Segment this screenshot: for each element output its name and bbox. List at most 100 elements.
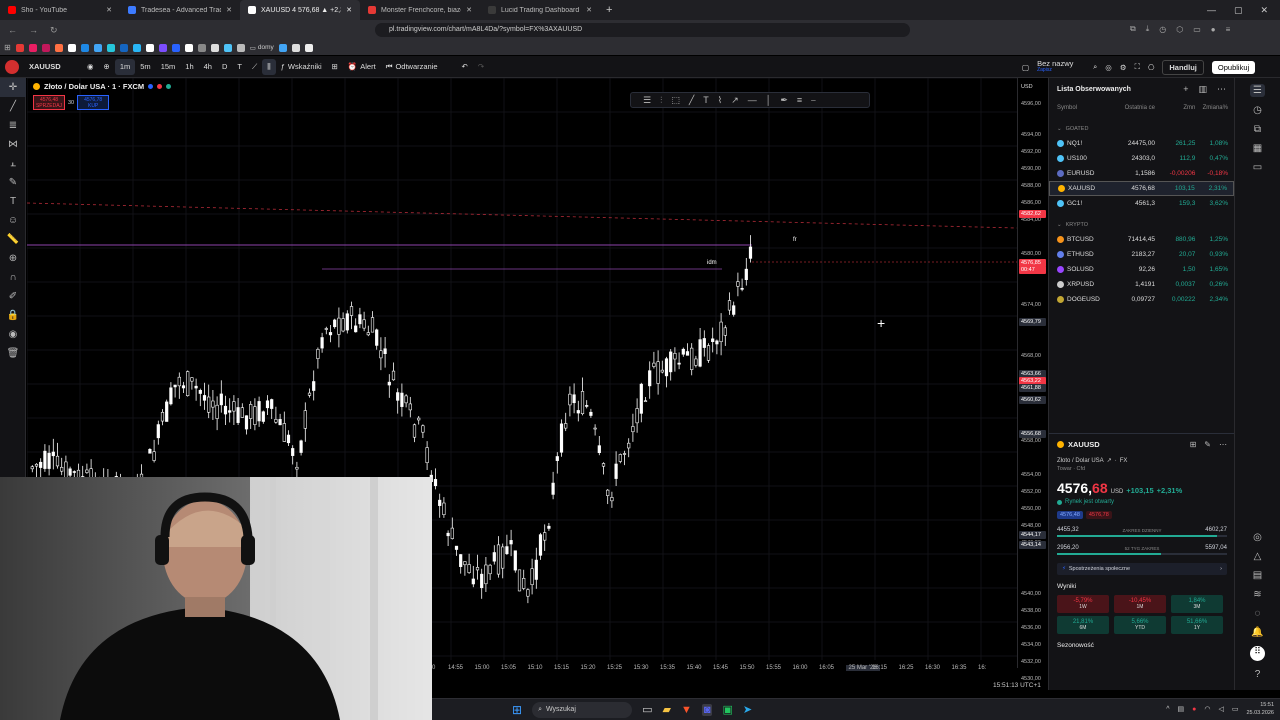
- bookmark-icon[interactable]: [67, 43, 76, 52]
- calendar2-icon[interactable]: ▤: [1253, 570, 1262, 581]
- result-tile[interactable]: 1,84% 3M: [1171, 595, 1223, 613]
- path-icon[interactable]: ⌇: [718, 95, 722, 106]
- watchlist-row[interactable]: BTCUSD 71414,45 880,96 1,25%: [1049, 232, 1234, 247]
- more-icon[interactable]: ⋯: [1217, 84, 1226, 95]
- position-tool[interactable]: ⫠: [0, 154, 26, 173]
- result-tile[interactable]: 51,66% 1Y: [1171, 616, 1223, 634]
- bookmark-icon[interactable]: [41, 43, 50, 52]
- list-icon[interactable]: ≡: [797, 95, 802, 105]
- watchlist-icon[interactable]: ☰: [1250, 84, 1265, 97]
- bookmark-icon[interactable]: [210, 43, 219, 52]
- replay-button[interactable]: ⏮ Odtwarzanie: [381, 56, 443, 78]
- watchlist-row[interactable]: ETHUSD 2183,27 20,07 0,93%: [1049, 247, 1234, 262]
- taskbar-search[interactable]: ⌕ Wyszukaj: [532, 701, 633, 718]
- camera-icon[interactable]: ⎔: [1148, 63, 1155, 72]
- bookmark-icon[interactable]: [132, 43, 141, 52]
- watchlist-row[interactable]: US100 24303,0 112,9 0,47%: [1049, 151, 1234, 166]
- pen-icon[interactable]: ✒: [780, 95, 788, 106]
- bookmark-icon[interactable]: [158, 43, 167, 52]
- alerts-icon[interactable]: ◷: [1253, 105, 1262, 116]
- watchlist-row[interactable]: EURUSD 1,1586 -0,00206 -0,18%: [1049, 166, 1234, 181]
- bookmark-icon[interactable]: [28, 43, 37, 52]
- maximize-icon[interactable]: ▢: [1234, 5, 1243, 16]
- time-axis[interactable]: 0 14:55 15:00 15:05 15:10 15:15 15:20 15:25 15:3…: [432, 662, 1047, 676]
- compare-button[interactable]: ◉: [82, 56, 99, 78]
- details-symbol[interactable]: XAUUSD: [1068, 440, 1100, 449]
- bookmark-icon[interactable]: [54, 43, 63, 52]
- watchlist-column-header[interactable]: Zmn: [1155, 105, 1195, 111]
- pattern-tool[interactable]: ⋈: [0, 135, 26, 154]
- bookmark-icon[interactable]: [236, 43, 245, 52]
- hline-icon[interactable]: —: [748, 95, 757, 105]
- settings-icon[interactable]: ⚙: [1120, 63, 1127, 72]
- layers-icon[interactable]: ⧉: [1254, 124, 1261, 135]
- result-tile[interactable]: -10,45% 1M: [1114, 595, 1166, 613]
- layout-icon[interactable]: ▢: [1022, 63, 1029, 72]
- bookmark-icon[interactable]: [291, 43, 300, 52]
- keep-drawing-tool[interactable]: ✐: [0, 287, 26, 306]
- result-tile[interactable]: 5,66% YTD: [1114, 616, 1166, 634]
- browser-tab[interactable]: Monster Frenchcore, biazeboy ✕: [360, 0, 480, 20]
- ruler-tool[interactable]: 📏: [0, 230, 26, 249]
- help-icon[interactable]: ?: [1255, 669, 1261, 680]
- interval-4h[interactable]: 4h: [199, 56, 217, 78]
- chat-icon[interactable]: ▭: [1253, 162, 1262, 173]
- fib-tool[interactable]: ≣: [0, 116, 26, 135]
- menu-icon[interactable]: ≡: [1226, 25, 1231, 34]
- magnet-tool[interactable]: ∩: [0, 268, 26, 287]
- vpn-icon[interactable]: ⬡: [1176, 25, 1183, 34]
- bookmark-icon[interactable]: [106, 43, 115, 52]
- bookmark-icon[interactable]: [304, 43, 313, 52]
- community-insights[interactable]: ⚡ Spostrzeżenia społeczne ›: [1057, 563, 1227, 575]
- bookmark-icon[interactable]: [80, 43, 89, 52]
- notification-icon[interactable]: 🔔: [1251, 627, 1263, 638]
- interval-5m[interactable]: 5m: [135, 56, 155, 78]
- bookmark-icon[interactable]: [184, 43, 193, 52]
- text-tool-icon[interactable]: T: [703, 95, 709, 105]
- tab-close-icon[interactable]: ✕: [586, 6, 592, 14]
- templates-button[interactable]: ⊞: [327, 56, 343, 78]
- delete-tool[interactable]: 🗑: [0, 344, 26, 363]
- interval-T[interactable]: T: [232, 56, 247, 78]
- watchlist-column-header[interactable]: Symbol: [1057, 105, 1107, 111]
- wifi-icon[interactable]: ◠: [1204, 705, 1210, 713]
- publish-button[interactable]: Opublikuj: [1211, 60, 1256, 74]
- watchlist-row[interactable]: DOGEUSD 0,09727 0,00222 2,34%: [1049, 292, 1234, 307]
- bookmark-icon[interactable]: [93, 43, 102, 52]
- price-axis[interactable]: USD 4596,00 4594,00 4592,00 4590,00 4588,00 4…: [1017, 78, 1047, 682]
- tab-close-icon[interactable]: ✕: [346, 6, 352, 14]
- watchlist-column-header[interactable]: Zmiana%: [1195, 105, 1228, 111]
- app-icon[interactable]: ▣: [722, 703, 732, 716]
- target-icon[interactable]: ◎: [1253, 532, 1262, 543]
- clock[interactable]: 15:51 25.03.2026: [1246, 701, 1274, 717]
- extensions-icon[interactable]: ⧉: [1130, 24, 1136, 34]
- battery-icon[interactable]: ▭: [1232, 705, 1239, 713]
- tray-app-icon[interactable]: ●: [1192, 706, 1196, 713]
- bookmark-icon[interactable]: [119, 43, 128, 52]
- bookmark-icon[interactable]: [278, 43, 287, 52]
- tab-close-icon[interactable]: ✕: [226, 6, 232, 14]
- sell-button[interactable]: 4576,48 SPRZEDAJ: [33, 95, 65, 110]
- ideas-icon[interactable]: △: [1254, 551, 1262, 562]
- hide-tool[interactable]: ◉: [0, 325, 26, 344]
- bookmark-icon[interactable]: [223, 43, 232, 52]
- layout-menu[interactable]: Bez nazwy Zapisz: [1037, 60, 1085, 74]
- buy-button[interactable]: 4576,78 KUP: [77, 95, 110, 110]
- watchlist-group[interactable]: ⌄ KRYPTO: [1049, 217, 1234, 232]
- indicators-button[interactable]: ƒ Wskaźniki: [276, 56, 327, 78]
- watchlist-row[interactable]: XAUUSD 4576,68 103,15 2,31%: [1049, 181, 1234, 196]
- profile-icon[interactable]: ●: [1211, 25, 1216, 34]
- emoji-tool[interactable]: ☺: [0, 211, 26, 230]
- quick-search-icon[interactable]: ◎: [1105, 63, 1112, 72]
- text-tool[interactable]: T: [0, 192, 26, 211]
- brave-icon[interactable]: ▼: [681, 704, 692, 716]
- close-icon[interactable]: ✕: [1260, 5, 1268, 16]
- more-lines-icon[interactable]: ⎯: [811, 95, 816, 106]
- browser-tab[interactable]: Tradesea - Advanced Trading Dashb ✕: [120, 0, 240, 20]
- vline-icon[interactable]: │: [766, 95, 772, 105]
- watchlist-row[interactable]: XRPUSD 1,4191 0,0037 0,26%: [1049, 277, 1234, 292]
- bookmark-folder[interactable]: ▭ domy: [250, 44, 274, 52]
- alert-button[interactable]: ⏰ Alert: [343, 56, 381, 78]
- redo-button[interactable]: ↷: [473, 56, 489, 78]
- undo-button[interactable]: ↶: [457, 56, 473, 78]
